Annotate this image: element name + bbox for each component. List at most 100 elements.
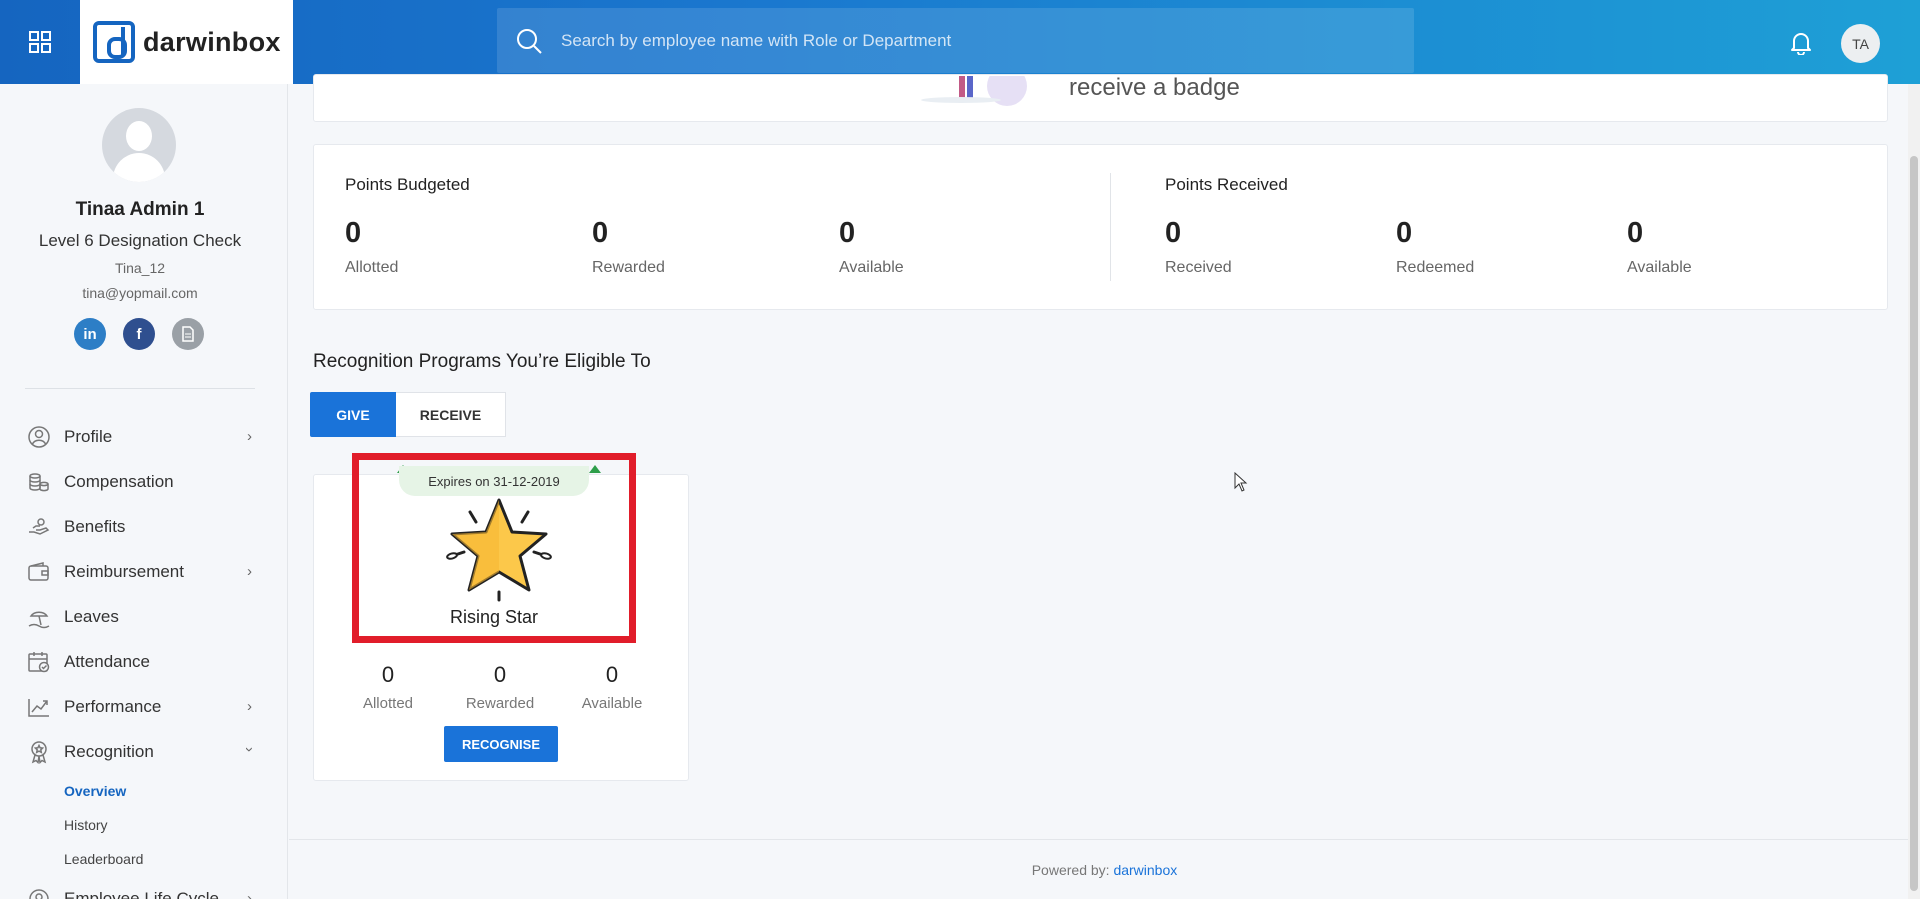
program-name: Rising Star: [449, 607, 539, 627]
sidebar-item-label: Leaves: [64, 606, 119, 626]
darwinbox-logo-icon: [93, 21, 135, 63]
budgeted-allotted-value: 0: [345, 217, 362, 249]
banner-text: receive a badge: [1069, 74, 1240, 101]
budgeted-allotted-label: Allotted: [345, 259, 399, 276]
points-summary-card: Points Budgeted 0 Allotted 0 Rewarded 0 …: [313, 144, 1888, 310]
sidebar-item-label: Performance: [64, 696, 162, 716]
program-available-value: 0: [605, 662, 619, 687]
sidebar-item-profile[interactable]: Profile ›: [0, 414, 287, 459]
received-available-label: Available: [1627, 259, 1692, 276]
scrollbar[interactable]: [1908, 84, 1920, 899]
main-content: receive a badge Points Budgeted 0 Allott…: [289, 74, 1920, 899]
profile-avatar-icon: [102, 108, 176, 182]
apps-grid-icon: [29, 31, 51, 53]
profile-designation: Level 6 Designation Check: [38, 231, 242, 250]
coins-icon: [26, 469, 52, 495]
facebook-icon[interactable]: f: [123, 318, 155, 350]
sidebar-item-label: Compensation: [64, 471, 174, 491]
sidebar-item-leaves[interactable]: Leaves: [0, 594, 287, 639]
beach-icon: [26, 604, 52, 630]
user-icon: [26, 424, 52, 450]
wallet-icon: [26, 559, 52, 585]
brand-logo[interactable]: darwinbox: [80, 0, 293, 84]
program-tabs: GIVE RECEIVE: [310, 392, 506, 437]
search-bar: [497, 8, 1414, 73]
bell-icon: [1791, 33, 1811, 55]
ribbon-corner-right: [589, 465, 601, 473]
footer-divider: [289, 839, 1920, 840]
top-header: darwinbox TA: [0, 0, 1920, 84]
chart-trend-icon: [26, 694, 52, 720]
sidebar: Tinaa Admin 1 Level 6 Designation Check …: [0, 84, 288, 899]
chevron-right-icon: ›: [247, 890, 252, 899]
recognise-button[interactable]: RECOGNISE: [444, 726, 558, 762]
search-input[interactable]: [561, 30, 1414, 51]
social-links: in f: [74, 318, 204, 350]
star-badge-icon: [446, 498, 552, 602]
program-available-label: Available: [581, 695, 643, 712]
sidebar-item-label: Benefits: [64, 516, 126, 536]
footer: Powered by: darwinbox: [289, 862, 1920, 878]
sidebar-nav: Profile › Compensation Benefits Reimburs…: [0, 414, 287, 899]
calendar-check-icon: [26, 649, 52, 675]
sidebar-item-recognition[interactable]: Recognition ›: [0, 729, 287, 774]
badge-illustration-icon: [921, 76, 1027, 106]
chevron-right-icon: ›: [247, 698, 252, 715]
notifications-button[interactable]: [1786, 28, 1816, 58]
received-redeemed-value: 0: [1396, 217, 1413, 249]
award-ribbon-icon: [26, 739, 52, 765]
sidebar-item-benefits[interactable]: Benefits: [0, 504, 287, 549]
received-redeemed-label: Redeemed: [1396, 259, 1475, 276]
tab-give[interactable]: GIVE: [310, 392, 396, 437]
chevron-right-icon: ›: [247, 563, 252, 580]
document-icon[interactable]: [172, 318, 204, 350]
footer-brand-link[interactable]: darwinbox: [1113, 862, 1177, 878]
budgeted-available-label: Available: [839, 259, 904, 276]
brand-name: darwinbox: [143, 26, 281, 57]
received-received-value: 0: [1165, 217, 1182, 249]
hand-benefits-icon: [26, 514, 52, 540]
sidebar-item-label: Employee Life Cycle: [64, 888, 219, 899]
profile-code: Tina_12: [114, 260, 166, 276]
sidebar-item-employee-life-cycle[interactable]: Employee Life Cycle ›: [0, 876, 287, 899]
sidebar-divider: [25, 388, 255, 389]
tab-receive[interactable]: RECEIVE: [396, 392, 506, 437]
sidebar-item-attendance[interactable]: Attendance: [0, 639, 287, 684]
programs-section-title: Recognition Programs You’re Eligible To: [313, 351, 651, 372]
budgeted-rewarded-label: Rewarded: [592, 259, 665, 276]
program-rewarded-label: Rewarded: [465, 695, 535, 712]
profile-name: Tinaa Admin 1: [75, 199, 205, 220]
sidebar-subitem-overview[interactable]: Overview: [0, 774, 287, 808]
budgeted-available-value: 0: [839, 217, 856, 249]
points-budgeted-title: Points Budgeted: [345, 175, 470, 194]
lifecycle-icon: [26, 886, 52, 899]
sidebar-item-label: Attendance: [64, 651, 151, 671]
chevron-right-icon: ›: [247, 428, 252, 445]
received-available-value: 0: [1627, 217, 1644, 249]
scrollbar-thumb[interactable]: [1910, 156, 1918, 891]
user-avatar[interactable]: TA: [1841, 24, 1880, 63]
sidebar-item-reimbursement[interactable]: Reimbursement ›: [0, 549, 287, 594]
sidebar-item-label: Reimbursement: [64, 561, 184, 581]
received-received-label: Received: [1165, 259, 1232, 276]
sidebar-subitem-history[interactable]: History: [0, 808, 287, 842]
points-received-title: Points Received: [1165, 175, 1288, 194]
program-rewarded-value: 0: [493, 662, 507, 687]
search-icon: [497, 27, 561, 55]
sidebar-item-label: Recognition: [64, 741, 154, 761]
points-divider: [1110, 173, 1111, 281]
budgeted-rewarded-value: 0: [592, 217, 609, 249]
footer-prefix: Powered by:: [1031, 862, 1114, 878]
program-allotted-value: 0: [381, 662, 395, 687]
sidebar-item-compensation[interactable]: Compensation: [0, 459, 287, 504]
program-allotted-label: Allotted: [362, 695, 414, 712]
profile-email: tina@yopmail.com: [82, 285, 198, 301]
sidebar-item-performance[interactable]: Performance ›: [0, 684, 287, 729]
linkedin-icon[interactable]: in: [74, 318, 106, 350]
expiry-ribbon: Expires on 31-12-2019: [399, 466, 589, 496]
apps-grid-button[interactable]: [0, 0, 80, 84]
sidebar-subitem-leaderboard[interactable]: Leaderboard: [0, 842, 287, 876]
mouse-cursor-icon: [1234, 472, 1248, 492]
chevron-down-icon: ›: [241, 747, 258, 752]
sidebar-item-label: Profile: [64, 426, 113, 446]
